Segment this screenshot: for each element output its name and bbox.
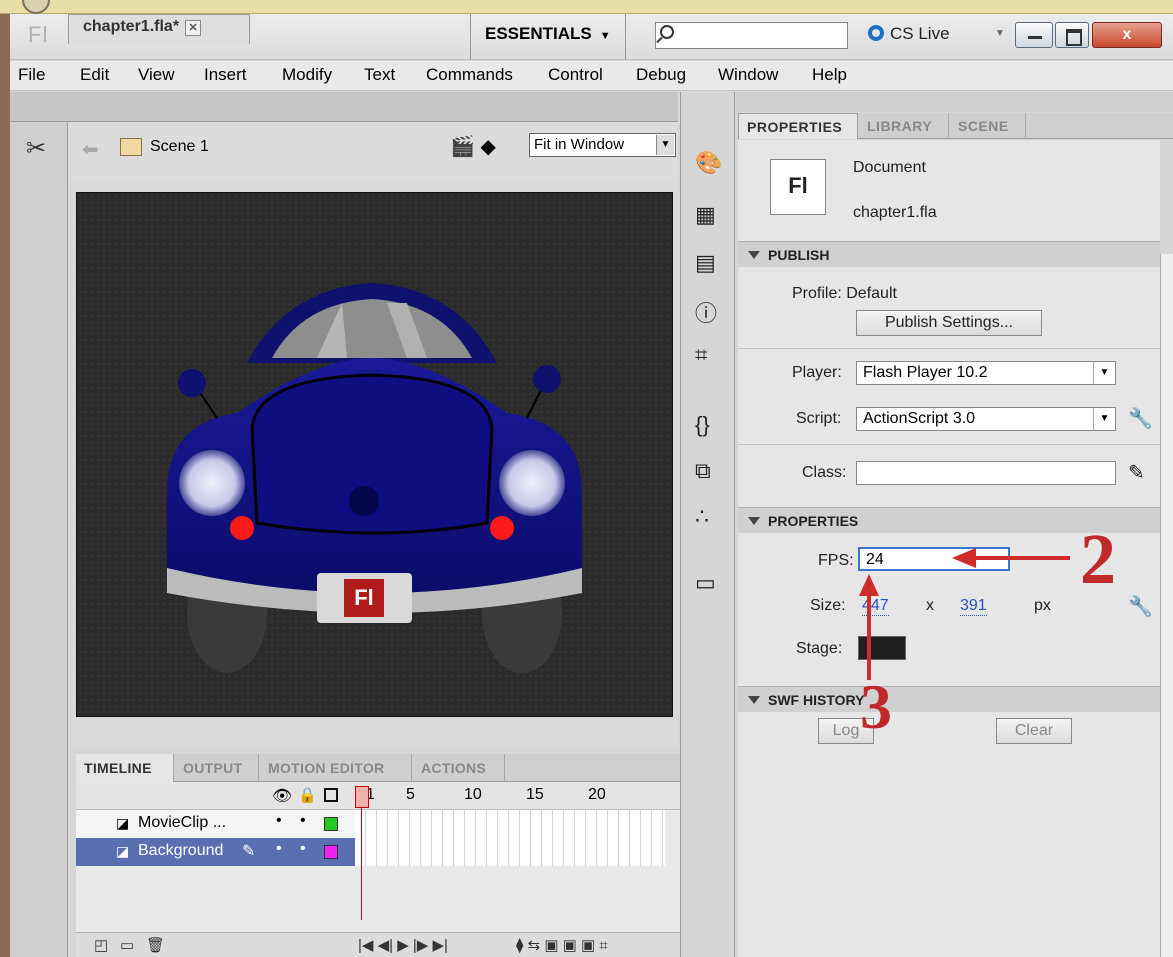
annotation-number: 3 <box>860 671 892 742</box>
annotation-number: 2 <box>1080 519 1116 599</box>
annotation-arrows <box>859 548 1070 680</box>
